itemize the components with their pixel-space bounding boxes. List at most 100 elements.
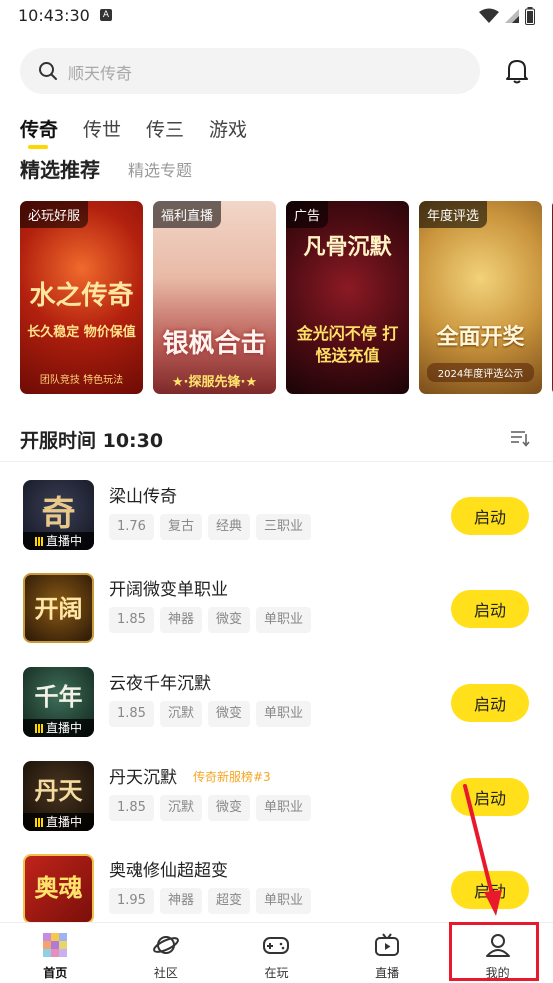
tag-chip: 沉默 [159,795,202,821]
bottom-nav: 首页 社区 在玩 直播 我的 [0,922,553,983]
status-time: 10:43:30 [18,6,90,25]
game-icon[interactable]: 千年 直播中 [23,667,94,737]
category-tabs: 传奇 传世 传三 游戏 [20,115,247,155]
game-tags: 1.85 神器 微变 单职业 [109,607,311,633]
game-icon-art: 奥魂 [34,873,83,902]
search-icon [39,62,57,80]
banner-card[interactable]: 必玩好服 水之传奇 长久稳定 物价保值 团队竞技 特色玩法 [20,201,143,394]
live-badge: 直播中 [23,813,94,831]
tab-chuansan[interactable]: 传三 [146,115,184,149]
game-icon-art: 千年 [34,682,83,711]
banner-art-title: 水之传奇 [29,281,134,311]
banner-card[interactable]: 年度评选 全面开奖 2024年度评选公示 [419,201,542,394]
live-bars-icon [34,724,43,733]
launch-button[interactable]: 启动 [451,778,529,816]
banner-art-title: 银枫合击 [162,329,267,359]
game-row[interactable]: 千年 直播中 云夜千年沉默 1.85 沉默 微变 单职业 启动 [0,667,553,760]
gamepad-icon [263,937,290,954]
nav-home[interactable]: 首页 [0,923,111,983]
nav-playing[interactable]: 在玩 [221,923,332,983]
nav-me[interactable]: 我的 [442,923,553,983]
game-title: 丹天沉默 [109,768,177,788]
banner-tag: 年度评选 [419,201,488,228]
tag-chip: 经典 [207,514,250,540]
live-badge: 直播中 [23,719,94,737]
live-label: 直播中 [45,721,82,735]
game-title: 奥魂修仙超超变 [109,861,228,881]
search-row: 顺天传奇 [0,48,553,94]
game-tags: 1.76 复古 经典 三职业 [109,514,311,540]
tag-chip: 三职业 [255,514,311,540]
game-row[interactable]: 开阔 开阔微变单职业 1.85 神器 微变 单职业 启动 [0,573,553,666]
game-tags: 1.85 沉默 微变 单职业 [109,795,311,821]
live-bars-icon [34,537,43,546]
version-chip: 1.85 [109,701,154,727]
game-icon[interactable]: 奥魂 [23,854,94,924]
banner-carousel: 必玩好服 水之传奇 长久稳定 物价保值 团队竞技 特色玩法 福利直播 银枫合击 … [20,201,553,394]
banner-card[interactable]: 广告 凡骨沉默 金光闪不停 打怪送充值 [286,201,409,394]
tab-chuanshi[interactable]: 传世 [83,115,121,149]
nav-live[interactable]: 直播 [332,923,443,983]
game-icon[interactable]: 奇 直播中 [23,480,94,550]
rank-badge: 传奇新服榜#3 [193,770,271,784]
banner-art-subtitle: 2024年度评选公示 [427,363,534,382]
version-chip: 1.76 [109,514,154,540]
banner-art-subtitle: ★·探服先锋·★ [171,375,258,390]
server-time-label: 开服时间 10:30 [20,430,164,452]
banner-tag: 福利直播 [153,201,222,228]
tag-chip: 单职业 [255,701,311,727]
nav-community[interactable]: 社区 [111,923,222,983]
game-icon-art: 丹天 [34,776,83,805]
banner-card[interactable]: 福利直播 银枫合击 ★·探服先锋·★ [153,201,276,394]
launch-button[interactable]: 启动 [451,684,529,722]
tag-chip: 微变 [207,701,250,727]
notification-icon: A [100,9,112,21]
search-placeholder: 顺天传奇 [68,64,133,83]
game-icon[interactable]: 丹天 直播中 [23,761,94,831]
banner-art-footer: 团队竞技 特色玩法 [39,375,124,386]
nav-label: 我的 [485,966,510,980]
search-input[interactable]: 顺天传奇 [20,48,480,94]
tag-chip: 微变 [207,607,250,633]
game-row[interactable]: 奇 直播中 梁山传奇 1.76 复古 经典 三职业 启动 [0,480,553,573]
tag-chip: 神器 [159,607,202,633]
tab-games[interactable]: 游戏 [209,115,247,149]
tag-chip: 复古 [159,514,202,540]
user-icon [485,934,510,957]
nav-label: 社区 [153,966,178,980]
system-icons [479,6,535,26]
nav-label: 在玩 [264,966,289,980]
tag-chip: 单职业 [255,607,311,633]
nav-label: 直播 [375,966,400,980]
launch-button[interactable]: 启动 [451,497,529,535]
tab-chuanqi[interactable]: 传奇 [20,115,58,149]
launch-button[interactable]: 启动 [451,590,529,628]
tag-chip: 沉默 [159,701,202,727]
game-title: 云夜千年沉默 [109,674,211,694]
home-icon [43,933,68,957]
launch-button[interactable]: 启动 [451,871,529,909]
sort-icon[interactable] [510,428,530,448]
game-icon-art: 开阔 [34,594,83,623]
tv-play-icon [375,933,400,956]
game-title: 梁山传奇 [109,487,177,507]
game-title: 开阔微变单职业 [109,580,228,600]
banner-art-subtitle: 金光闪不停 打怪送充值 [296,324,399,365]
game-row[interactable]: 丹天 直播中 丹天沉默 传奇新服榜#3 1.85 沉默 微变 单职业 启动 [0,761,553,854]
section-subtitle-link[interactable]: 精选专题 [128,157,192,181]
banner-tag: 广告 [286,201,329,228]
tag-chip: 单职业 [255,888,311,914]
signal-icon [505,9,519,23]
live-label: 直播中 [45,815,82,829]
tag-chip: 超变 [207,888,250,914]
bell-icon[interactable] [505,58,529,84]
battery-icon [525,7,535,25]
tag-chip: 微变 [207,795,250,821]
game-icon[interactable]: 开阔 [23,573,94,643]
nav-label: 首页 [43,966,68,980]
tag-chip: 单职业 [255,795,311,821]
planet-icon [152,936,179,954]
live-label: 直播中 [45,534,82,548]
version-chip: 1.95 [109,888,154,914]
section-title[interactable]: 精选推荐 [20,154,100,183]
